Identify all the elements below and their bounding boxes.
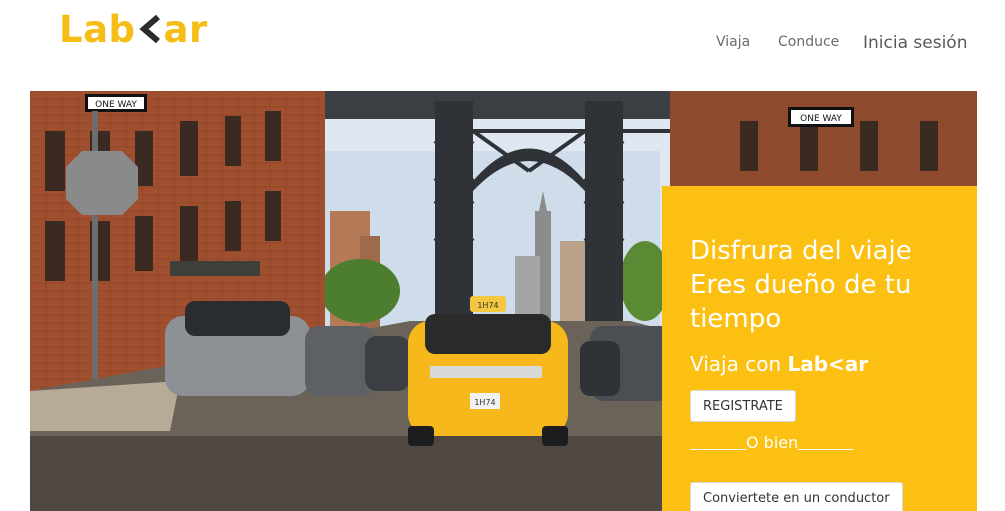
register-button[interactable]: REGISTRATE	[690, 390, 796, 422]
nav-viaja-link[interactable]: Viaja	[716, 34, 750, 50]
logo-prefix: Lab	[59, 8, 136, 51]
become-driver-button[interactable]: Conviertete en un conductor	[690, 482, 903, 511]
nav-login-link[interactable]: Inicia sesión	[863, 33, 967, 53]
logo-suffix: ar	[163, 8, 208, 51]
cta-headline-line-3: tiempo	[690, 304, 782, 334]
cta-headline: Disfrura del viaje Eres dueño de tu tiem…	[690, 234, 970, 336]
cta-panel: Disfrura del viaje Eres dueño de tu tiem…	[662, 186, 977, 511]
svg-text:1H74: 1H74	[477, 301, 498, 310]
one-way-sign-left: ONE WAY	[85, 94, 147, 112]
chevron-left-icon	[137, 13, 163, 45]
divider-line-left	[690, 449, 746, 450]
nav-conduce-link[interactable]: Conduce	[778, 34, 839, 50]
cta-sub-brand: Lab<ar	[787, 352, 869, 376]
cta-subheading: Viaja con Lab<ar	[690, 352, 868, 376]
cta-headline-line-1: Disfrura del viaje	[690, 236, 912, 266]
svg-text:ONE WAY: ONE WAY	[95, 100, 137, 110]
page: Lab ar Viaja Conduce Inicia sesión ONE W…	[0, 0, 1005, 511]
or-text: O bien	[746, 433, 799, 452]
cta-headline-line-2: Eres dueño de tu	[690, 270, 912, 300]
svg-text:1H74: 1H74	[474, 398, 495, 407]
svg-text:ONE WAY: ONE WAY	[800, 114, 842, 124]
divider-line-right	[798, 449, 855, 450]
cta-sub-prefix: Viaja con	[690, 352, 788, 376]
brand-logo[interactable]: Lab ar	[59, 10, 208, 50]
or-divider: O bien	[690, 433, 855, 452]
one-way-sign-right: ONE WAY	[788, 107, 854, 127]
